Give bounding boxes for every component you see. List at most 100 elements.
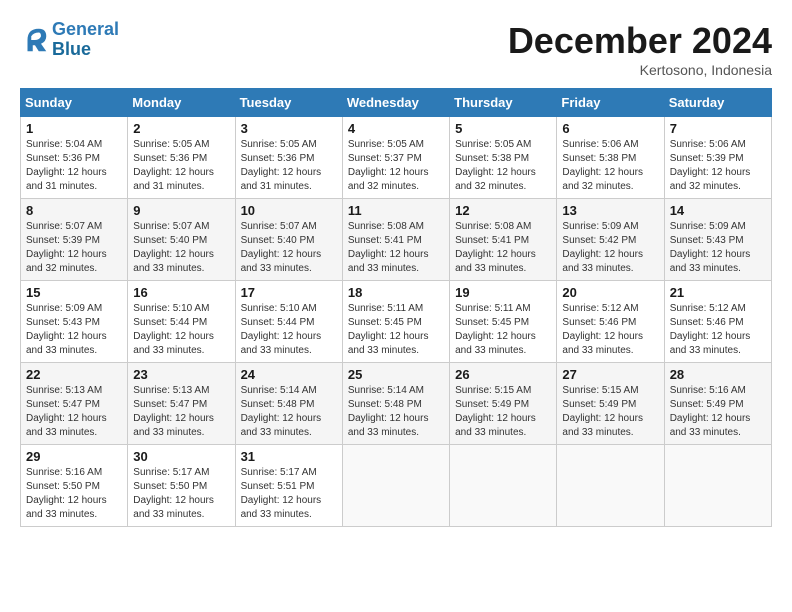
day-number: 26 (455, 367, 551, 382)
calendar-cell (557, 445, 664, 527)
calendar-cell: 28 Sunrise: 5:16 AMSunset: 5:49 PMDaylig… (664, 363, 771, 445)
day-number: 22 (26, 367, 122, 382)
day-number: 24 (241, 367, 337, 382)
calendar-cell: 18 Sunrise: 5:11 AMSunset: 5:45 PMDaylig… (342, 281, 449, 363)
col-sunday: Sunday (21, 89, 128, 117)
day-number: 29 (26, 449, 122, 464)
day-info: Sunrise: 5:17 AMSunset: 5:50 PMDaylight:… (133, 466, 229, 522)
day-info: Sunrise: 5:09 AMSunset: 5:42 PMDaylight:… (562, 220, 658, 276)
day-info: Sunrise: 5:16 AMSunset: 5:50 PMDaylight:… (26, 466, 122, 522)
day-info: Sunrise: 5:07 AMSunset: 5:40 PMDaylight:… (133, 220, 229, 276)
day-info: Sunrise: 5:12 AMSunset: 5:46 PMDaylight:… (670, 302, 766, 358)
day-number: 21 (670, 285, 766, 300)
calendar-cell: 25 Sunrise: 5:14 AMSunset: 5:48 PMDaylig… (342, 363, 449, 445)
title-block: December 2024 Kertosono, Indonesia (508, 20, 772, 78)
calendar-cell: 12 Sunrise: 5:08 AMSunset: 5:41 PMDaylig… (450, 199, 557, 281)
day-number: 17 (241, 285, 337, 300)
day-info: Sunrise: 5:07 AMSunset: 5:39 PMDaylight:… (26, 220, 122, 276)
day-number: 14 (670, 203, 766, 218)
calendar-cell: 19 Sunrise: 5:11 AMSunset: 5:45 PMDaylig… (450, 281, 557, 363)
day-number: 28 (670, 367, 766, 382)
calendar-cell: 30 Sunrise: 5:17 AMSunset: 5:50 PMDaylig… (128, 445, 235, 527)
calendar-cell (342, 445, 449, 527)
day-info: Sunrise: 5:07 AMSunset: 5:40 PMDaylight:… (241, 220, 337, 276)
day-number: 7 (670, 121, 766, 136)
day-info: Sunrise: 5:06 AMSunset: 5:39 PMDaylight:… (670, 138, 766, 194)
calendar-cell: 9 Sunrise: 5:07 AMSunset: 5:40 PMDayligh… (128, 199, 235, 281)
calendar-cell: 11 Sunrise: 5:08 AMSunset: 5:41 PMDaylig… (342, 199, 449, 281)
day-number: 8 (26, 203, 122, 218)
day-info: Sunrise: 5:11 AMSunset: 5:45 PMDaylight:… (455, 302, 551, 358)
day-number: 30 (133, 449, 229, 464)
calendar-cell: 13 Sunrise: 5:09 AMSunset: 5:42 PMDaylig… (557, 199, 664, 281)
calendar-cell: 21 Sunrise: 5:12 AMSunset: 5:46 PMDaylig… (664, 281, 771, 363)
calendar-cell: 15 Sunrise: 5:09 AMSunset: 5:43 PMDaylig… (21, 281, 128, 363)
calendar-cell: 20 Sunrise: 5:12 AMSunset: 5:46 PMDaylig… (557, 281, 664, 363)
logo-text: GeneralBlue (52, 20, 119, 60)
day-number: 20 (562, 285, 658, 300)
day-info: Sunrise: 5:08 AMSunset: 5:41 PMDaylight:… (348, 220, 444, 276)
day-info: Sunrise: 5:10 AMSunset: 5:44 PMDaylight:… (133, 302, 229, 358)
calendar-cell (664, 445, 771, 527)
calendar-cell: 1 Sunrise: 5:04 AMSunset: 5:36 PMDayligh… (21, 117, 128, 199)
logo: GeneralBlue (20, 20, 119, 60)
day-number: 31 (241, 449, 337, 464)
day-number: 5 (455, 121, 551, 136)
calendar-cell: 26 Sunrise: 5:15 AMSunset: 5:49 PMDaylig… (450, 363, 557, 445)
calendar-cell: 6 Sunrise: 5:06 AMSunset: 5:38 PMDayligh… (557, 117, 664, 199)
day-number: 3 (241, 121, 337, 136)
day-number: 18 (348, 285, 444, 300)
day-number: 25 (348, 367, 444, 382)
day-info: Sunrise: 5:08 AMSunset: 5:41 PMDaylight:… (455, 220, 551, 276)
day-info: Sunrise: 5:14 AMSunset: 5:48 PMDaylight:… (348, 384, 444, 440)
day-number: 9 (133, 203, 229, 218)
col-tuesday: Tuesday (235, 89, 342, 117)
day-info: Sunrise: 5:13 AMSunset: 5:47 PMDaylight:… (26, 384, 122, 440)
day-number: 23 (133, 367, 229, 382)
day-number: 11 (348, 203, 444, 218)
day-number: 2 (133, 121, 229, 136)
day-info: Sunrise: 5:09 AMSunset: 5:43 PMDaylight:… (670, 220, 766, 276)
col-friday: Friday (557, 89, 664, 117)
calendar-cell (450, 445, 557, 527)
day-number: 1 (26, 121, 122, 136)
day-number: 13 (562, 203, 658, 218)
day-info: Sunrise: 5:12 AMSunset: 5:46 PMDaylight:… (562, 302, 658, 358)
day-info: Sunrise: 5:10 AMSunset: 5:44 PMDaylight:… (241, 302, 337, 358)
col-monday: Monday (128, 89, 235, 117)
calendar-cell: 17 Sunrise: 5:10 AMSunset: 5:44 PMDaylig… (235, 281, 342, 363)
col-thursday: Thursday (450, 89, 557, 117)
day-info: Sunrise: 5:05 AMSunset: 5:36 PMDaylight:… (133, 138, 229, 194)
calendar-cell: 23 Sunrise: 5:13 AMSunset: 5:47 PMDaylig… (128, 363, 235, 445)
day-number: 27 (562, 367, 658, 382)
calendar-cell: 22 Sunrise: 5:13 AMSunset: 5:47 PMDaylig… (21, 363, 128, 445)
calendar-cell: 8 Sunrise: 5:07 AMSunset: 5:39 PMDayligh… (21, 199, 128, 281)
calendar-row: 8 Sunrise: 5:07 AMSunset: 5:39 PMDayligh… (21, 199, 772, 281)
day-info: Sunrise: 5:11 AMSunset: 5:45 PMDaylight:… (348, 302, 444, 358)
day-number: 15 (26, 285, 122, 300)
day-info: Sunrise: 5:06 AMSunset: 5:38 PMDaylight:… (562, 138, 658, 194)
calendar-cell: 4 Sunrise: 5:05 AMSunset: 5:37 PMDayligh… (342, 117, 449, 199)
col-wednesday: Wednesday (342, 89, 449, 117)
day-info: Sunrise: 5:05 AMSunset: 5:38 PMDaylight:… (455, 138, 551, 194)
day-number: 6 (562, 121, 658, 136)
calendar-header-row: Sunday Monday Tuesday Wednesday Thursday… (21, 89, 772, 117)
calendar-cell: 29 Sunrise: 5:16 AMSunset: 5:50 PMDaylig… (21, 445, 128, 527)
day-info: Sunrise: 5:09 AMSunset: 5:43 PMDaylight:… (26, 302, 122, 358)
calendar-cell: 14 Sunrise: 5:09 AMSunset: 5:43 PMDaylig… (664, 199, 771, 281)
day-number: 4 (348, 121, 444, 136)
calendar-cell: 7 Sunrise: 5:06 AMSunset: 5:39 PMDayligh… (664, 117, 771, 199)
day-number: 10 (241, 203, 337, 218)
day-info: Sunrise: 5:17 AMSunset: 5:51 PMDaylight:… (241, 466, 337, 522)
calendar-cell: 16 Sunrise: 5:10 AMSunset: 5:44 PMDaylig… (128, 281, 235, 363)
col-saturday: Saturday (664, 89, 771, 117)
page-header: GeneralBlue December 2024 Kertosono, Ind… (20, 20, 772, 78)
calendar-cell: 5 Sunrise: 5:05 AMSunset: 5:38 PMDayligh… (450, 117, 557, 199)
day-info: Sunrise: 5:16 AMSunset: 5:49 PMDaylight:… (670, 384, 766, 440)
calendar-cell: 31 Sunrise: 5:17 AMSunset: 5:51 PMDaylig… (235, 445, 342, 527)
calendar-row: 1 Sunrise: 5:04 AMSunset: 5:36 PMDayligh… (21, 117, 772, 199)
calendar-cell: 10 Sunrise: 5:07 AMSunset: 5:40 PMDaylig… (235, 199, 342, 281)
day-info: Sunrise: 5:05 AMSunset: 5:36 PMDaylight:… (241, 138, 337, 194)
day-info: Sunrise: 5:04 AMSunset: 5:36 PMDaylight:… (26, 138, 122, 194)
day-info: Sunrise: 5:15 AMSunset: 5:49 PMDaylight:… (455, 384, 551, 440)
